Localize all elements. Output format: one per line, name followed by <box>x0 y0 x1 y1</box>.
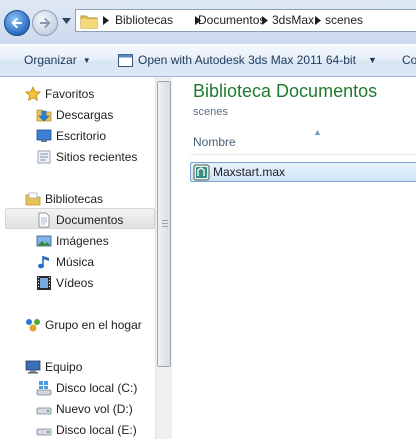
nav-homegroup[interactable]: Grupo en el hogar <box>25 315 155 335</box>
folder-icon <box>80 15 98 29</box>
command-bar: Organizar ▼ Open with Autodesk 3ds Max 20… <box>0 44 416 77</box>
libraries-icon <box>25 192 41 206</box>
nav-item-label: Documentos <box>56 213 124 227</box>
file-name: Maxstart.max <box>213 165 286 179</box>
downloads-folder-icon <box>36 109 52 122</box>
column-header-name[interactable]: Nombre <box>193 135 236 149</box>
nav-item-label: Nuevo vol (D:) <box>56 402 133 416</box>
nav-item-nuevo-vol-d[interactable]: Nuevo vol (D:) <box>36 399 155 419</box>
breadcrumb-separator-icon[interactable] <box>315 16 321 25</box>
recent-pages-dropdown[interactable] <box>62 18 71 24</box>
computer-icon <box>25 360 41 374</box>
address-path[interactable]: Bibliotecas Documentos 3dsMax scenes <box>75 9 416 32</box>
hard-drive-icon <box>36 407 52 415</box>
nav-item-videos[interactable]: Vídeos <box>36 273 155 293</box>
video-film-icon <box>37 276 51 290</box>
nav-item-label: Descargas <box>56 108 114 122</box>
nav-item-label: Música <box>56 255 95 269</box>
nav-bibliotecas-label: Bibliotecas <box>45 192 104 206</box>
sort-ascending-icon: ▲ <box>313 127 322 137</box>
file-item[interactable]: Maxstart.max <box>190 162 416 182</box>
scrollbar-grip <box>162 220 168 221</box>
documents-icon <box>38 212 50 228</box>
pictures-icon <box>36 235 52 247</box>
breadcrumb-bibliotecas[interactable]: Bibliotecas <box>115 10 173 31</box>
nav-item-label: Sitios recientes <box>56 150 138 164</box>
organize-label: Organizar <box>24 53 77 67</box>
nav-item-descargas[interactable]: Descargas <box>36 105 155 125</box>
hard-drive-icon <box>36 428 52 436</box>
recent-places-icon <box>37 150 51 164</box>
library-title: Biblioteca Documentos <box>193 81 378 101</box>
open-with-dropdown-icon[interactable]: ▼ <box>368 45 377 76</box>
nav-favorites-label: Favoritos <box>45 87 95 101</box>
nav-item-disco-c[interactable]: Disco local (C:) <box>36 378 155 398</box>
nav-scrollbar[interactable] <box>155 77 172 439</box>
nav-item-label: Disco local (C:) <box>56 381 138 395</box>
3dsmax-file-icon <box>193 164 210 181</box>
scrollbar-grip <box>162 223 168 224</box>
breadcrumb-separator-icon[interactable] <box>103 16 109 25</box>
library-location[interactable]: scenes <box>193 106 228 118</box>
breadcrumb-documentos[interactable]: Documentos <box>198 10 265 31</box>
content-pane: Biblioteca Documentos scenes ▲ Nombre Ma… <box>173 77 416 439</box>
breadcrumb-separator-icon[interactable] <box>262 16 268 25</box>
forward-button[interactable] <box>32 10 58 36</box>
nav-item-label: Vídeos <box>56 276 94 290</box>
column-header-divider <box>190 154 416 155</box>
dropdown-arrow-icon: ▼ <box>82 56 91 66</box>
system-drive-icon <box>36 381 52 396</box>
open-with-button[interactable]: Open with Autodesk 3ds Max 2011 64-bit <box>138 45 356 76</box>
nav-bibliotecas[interactable]: Bibliotecas <box>25 189 155 209</box>
window-app-icon <box>118 54 133 67</box>
nav-item-disco-e[interactable]: Disco local (E:) <box>36 420 155 440</box>
breadcrumb-3dsmax[interactable]: 3dsMax <box>272 10 314 31</box>
nav-item-label: Disco local (E:) <box>56 423 137 437</box>
nav-homegroup-label: Grupo en el hogar <box>45 318 142 332</box>
homegroup-icon <box>26 319 40 332</box>
arrow-right-icon <box>40 17 51 29</box>
star-icon <box>25 86 41 102</box>
arrow-left-icon <box>11 17 22 29</box>
nav-scrollbar-thumb[interactable] <box>157 81 171 367</box>
nav-item-label: Escritorio <box>56 129 107 143</box>
nav-item-label: Imágenes <box>56 234 109 248</box>
nav-item-musica[interactable]: Música <box>36 252 155 272</box>
breadcrumb-scenes[interactable]: scenes <box>325 10 363 31</box>
back-button[interactable] <box>4 10 30 36</box>
music-note-icon <box>38 256 49 269</box>
nav-equipo[interactable]: Equipo <box>25 357 155 377</box>
organize-button[interactable]: Organizar ▼ <box>24 45 91 76</box>
nav-favorites[interactable]: Favoritos <box>25 84 155 104</box>
nav-item-escritorio[interactable]: Escritorio <box>36 126 155 146</box>
address-bar: Bibliotecas Documentos 3dsMax scenes <box>0 0 416 44</box>
scrollbar-grip <box>162 226 168 227</box>
nav-item-imagenes[interactable]: Imágenes <box>36 231 155 251</box>
nav-item-sitios-recientes[interactable]: Sitios recientes <box>36 147 155 167</box>
nav-equipo-label: Equipo <box>45 360 83 374</box>
overflow-command-button[interactable]: Co <box>402 45 416 76</box>
nav-item-documentos[interactable]: Documentos <box>36 210 155 230</box>
desktop-icon <box>36 129 52 142</box>
